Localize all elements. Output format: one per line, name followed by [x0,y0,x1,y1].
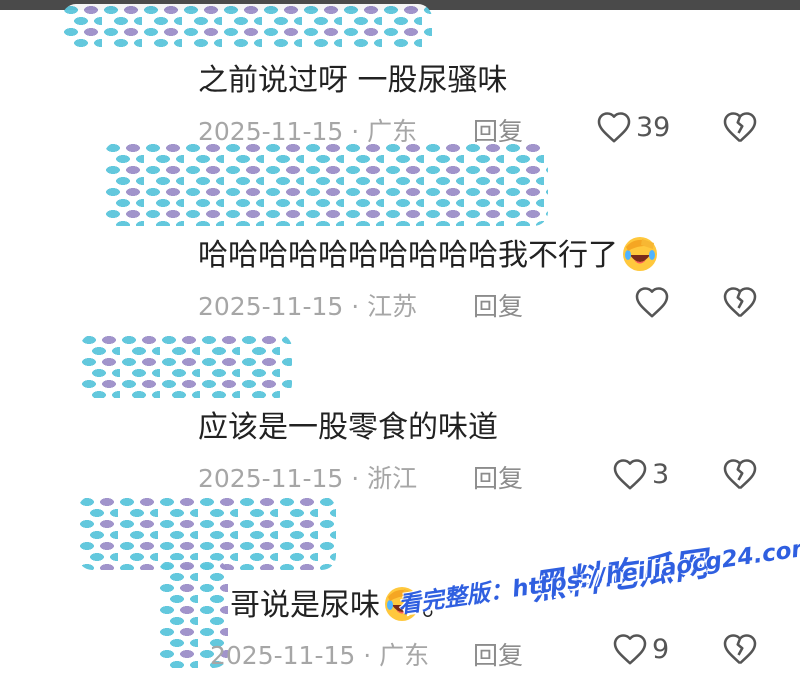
broken-heart-icon [723,459,757,490]
blurred-username-4 [78,496,336,570]
like-button-4[interactable]: 9 [612,632,669,666]
heart-icon [635,287,669,318]
like-count-1: 39 [636,111,671,143]
like-count-4: 9 [652,633,670,665]
comment-body: 哈哈哈哈哈哈哈哈哈哈我不行了 [198,238,618,273]
like-button-3[interactable]: 3 [612,457,669,491]
comment-meta-2: 2025-11-15 · 江苏 [198,287,417,323]
meta-separator: · [363,641,372,670]
dislike-button-4[interactable] [722,632,758,670]
reply-button-2[interactable]: 回复 [473,287,523,323]
like-button-2[interactable] [634,285,674,319]
blurred-username-2 [104,142,548,226]
comment-body: 哥说是尿味 [230,588,380,623]
dislike-button-2[interactable] [722,285,758,323]
reply-button-3[interactable]: 回复 [473,459,523,495]
comment-meta-4: 2025-11-15 · 广东 [210,636,429,672]
reply-button-4[interactable]: 回复 [473,636,523,672]
broken-heart-icon [723,112,757,143]
comment-date: 2025-11-15 [198,292,344,321]
broken-heart-icon [723,287,757,318]
comment-location: 广东 [379,641,430,670]
comment-text-1: 之前说过呀 一股尿骚味 [198,63,508,98]
blurred-username-1 [62,4,432,50]
comment-date: 2025-11-15 [198,464,344,493]
heart-icon [613,634,647,665]
comment-text-3: 应该是一股零食的味道 [198,410,498,445]
like-count-3: 3 [652,458,670,490]
heart-icon [613,459,647,490]
face-palm-laugh-emoji [623,237,657,271]
dislike-button-1[interactable] [722,110,758,148]
meta-separator: · [351,292,360,321]
dislike-button-3[interactable] [722,457,758,495]
broken-heart-icon [723,634,757,665]
comment-date: 2025-11-15 [210,641,356,670]
comment-location: 江苏 [367,292,418,321]
like-button-1[interactable]: 39 [596,110,670,144]
meta-separator: · [351,464,360,493]
watermark-url: 看完整版：https://heiliaocg24.com [396,534,800,619]
comment-text-2: 哈哈哈哈哈哈哈哈哈哈我不行了 [198,230,660,274]
comment-meta-3: 2025-11-15 · 浙江 [198,459,417,495]
heart-icon [597,112,631,143]
blurred-username-3 [80,334,292,398]
comment-location: 浙江 [367,464,418,493]
